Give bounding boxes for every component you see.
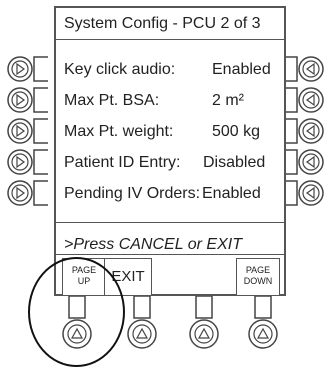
setting-value: 2 m² bbox=[212, 92, 244, 109]
setting-row-max-pt-bsa: Max Pt. BSA: 2 m² bbox=[56, 85, 284, 116]
triangle-right-icon bbox=[7, 149, 51, 175]
softkey-label: DOWN bbox=[243, 276, 273, 286]
triangle-right-icon bbox=[7, 118, 51, 144]
triangle-up-icon bbox=[248, 295, 278, 349]
triangle-up-icon bbox=[189, 295, 219, 349]
setting-row-key-click-audio: Key click audio: Enabled bbox=[56, 54, 284, 85]
triangle-right-icon bbox=[7, 56, 51, 82]
divider bbox=[56, 254, 284, 255]
left-soft-button-2[interactable] bbox=[4, 86, 51, 114]
triangle-left-icon bbox=[280, 56, 324, 82]
setting-value: Enabled bbox=[212, 61, 271, 78]
pcu-display-screen: System Config - PCU 2 of 3 Key click aud… bbox=[54, 6, 286, 296]
highlight-circle bbox=[28, 257, 125, 367]
setting-row-max-pt-weight: Max Pt. weight: 500 kg bbox=[56, 116, 284, 147]
right-soft-button-4[interactable] bbox=[280, 148, 327, 176]
bottom-soft-button-2[interactable] bbox=[123, 295, 161, 366]
right-soft-button-3[interactable] bbox=[280, 117, 327, 145]
prompt-message: >Press CANCEL or EXIT bbox=[64, 236, 242, 253]
triangle-right-icon bbox=[7, 87, 51, 113]
softkey-label: PAGE bbox=[245, 265, 271, 275]
setting-row-pending-iv-orders: Pending IV Orders: Enabled bbox=[56, 178, 284, 209]
setting-label: Pending IV Orders: bbox=[64, 185, 201, 202]
setting-label: Key click audio: bbox=[64, 61, 176, 78]
triangle-up-icon bbox=[127, 295, 157, 349]
setting-value: 500 kg bbox=[212, 123, 261, 140]
triangle-left-icon bbox=[280, 87, 324, 113]
setting-value: Enabled bbox=[202, 185, 261, 202]
bottom-soft-button-4[interactable] bbox=[244, 295, 282, 366]
setting-value: Disabled bbox=[203, 154, 266, 171]
left-soft-button-3[interactable] bbox=[4, 117, 51, 145]
right-soft-button-5[interactable] bbox=[280, 179, 327, 207]
setting-row-patient-id-entry: Patient ID Entry: Disabled bbox=[56, 147, 284, 178]
setting-label: Patient ID Entry: bbox=[64, 154, 181, 171]
left-soft-button-1[interactable] bbox=[4, 55, 51, 83]
triangle-left-icon bbox=[280, 180, 324, 206]
left-soft-button-4[interactable] bbox=[4, 148, 51, 176]
left-soft-button-5[interactable] bbox=[4, 179, 51, 207]
divider bbox=[56, 222, 284, 223]
triangle-right-icon bbox=[7, 180, 51, 206]
setting-label: Max Pt. BSA: bbox=[64, 92, 160, 109]
triangle-left-icon bbox=[280, 118, 324, 144]
bottom-soft-button-3[interactable] bbox=[185, 295, 223, 366]
right-soft-button-2[interactable] bbox=[280, 86, 327, 114]
setting-label: Max Pt. weight: bbox=[64, 123, 174, 140]
triangle-left-icon bbox=[280, 149, 324, 175]
right-soft-button-1[interactable] bbox=[280, 55, 327, 83]
page-down-softkey[interactable]: PAGE DOWN bbox=[236, 258, 280, 296]
screen-title: System Config - PCU 2 of 3 bbox=[56, 8, 284, 40]
